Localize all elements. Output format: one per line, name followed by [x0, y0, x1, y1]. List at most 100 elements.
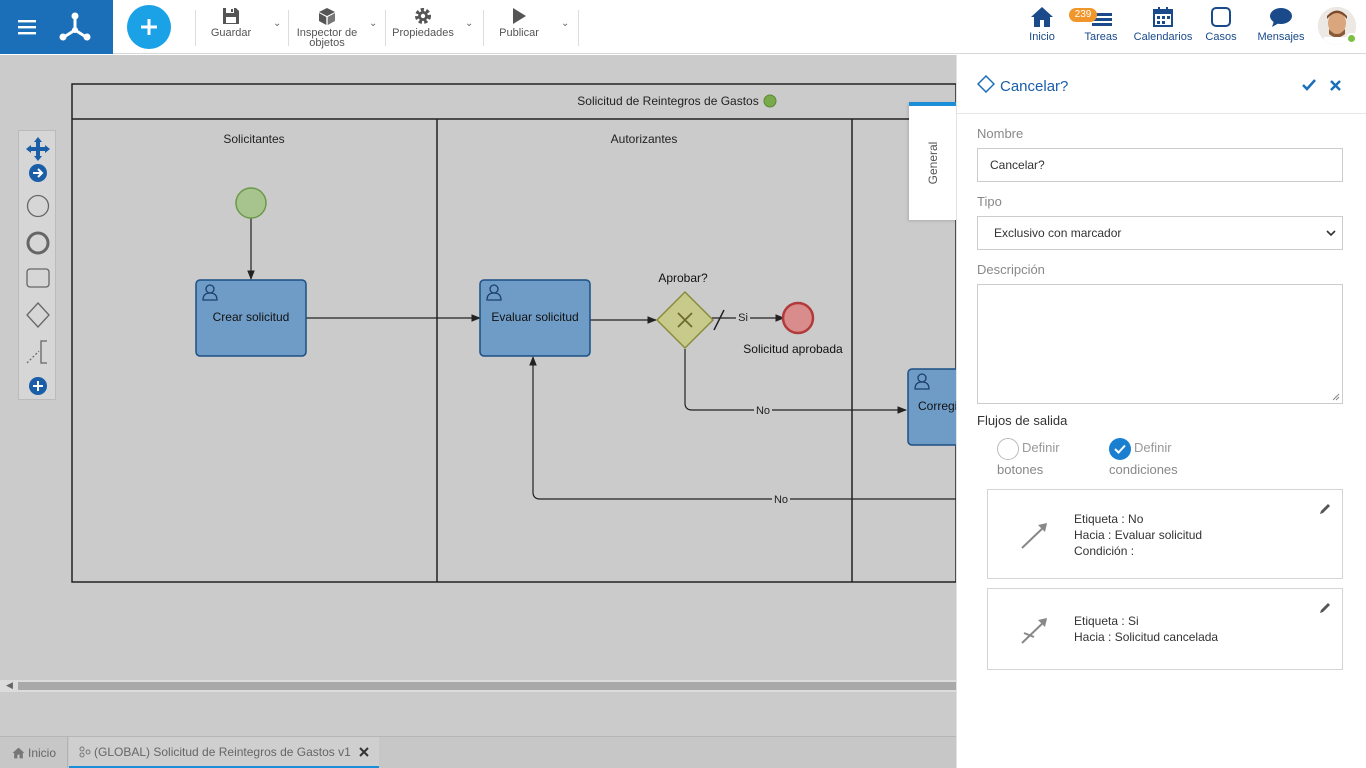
pool-status-dot: [763, 94, 777, 108]
tab-home[interactable]: Inicio: [0, 737, 68, 768]
end-event[interactable]: [781, 301, 815, 335]
lane-title-solicitantes: Solicitantes: [223, 132, 284, 146]
flow-condition-key: Condición :: [1074, 544, 1135, 558]
close-tab-icon[interactable]: [359, 746, 369, 757]
toolbar-separator: [195, 10, 196, 46]
app-window: Guardar ⌄ Inspector de objetos ⌄ Propied…: [0, 0, 1366, 768]
properties-panel: Cancelar? Nombre Cancelar? Tipo Exclusiv…: [956, 55, 1366, 768]
nav-cases[interactable]: Casos: [1204, 6, 1238, 50]
app-logo-icon[interactable]: [58, 10, 92, 44]
radio-define-buttons-label-1[interactable]: Definir: [1022, 440, 1060, 455]
nav-messages-label: Mensajes: [1257, 31, 1305, 43]
save-button[interactable]: Guardar: [207, 6, 255, 50]
bottom-tab-bar: Inicio (GLOBAL) Solicitud de Reintegros …: [0, 736, 956, 768]
chevron-down-icon: [1326, 230, 1336, 237]
outflows-label: Flujos de salida: [977, 413, 1068, 428]
save-dropdown-chevron-icon[interactable]: ⌄: [273, 18, 281, 29]
resize-grip-icon[interactable]: [1332, 393, 1340, 401]
nav-home[interactable]: Inicio: [1024, 6, 1060, 50]
pool-title: Solicitud de Reintegros de Gastos: [577, 94, 758, 108]
save-label: Guardar: [210, 27, 252, 39]
flow-label-value: Si: [1128, 614, 1139, 628]
home-icon: [12, 747, 25, 759]
tab-process[interactable]: (GLOBAL) Solicitud de Reintegros de Gast…: [69, 737, 379, 768]
inspector-dropdown-chevron-icon[interactable]: ⌄: [369, 18, 377, 29]
tab-process-label: (GLOBAL) Solicitud de Reintegros de Gast…: [94, 744, 351, 759]
toolbar-separator: [385, 10, 386, 46]
name-field-label: Nombre: [977, 126, 1024, 141]
gear-icon: [413, 6, 433, 26]
type-select-value: Exclusivo con marcador: [994, 226, 1122, 240]
flow-arrow-icon: [1021, 523, 1047, 549]
flow-target-value: Evaluar solicitud: [1114, 528, 1203, 542]
tab-home-label: Inicio: [28, 746, 57, 760]
hamburger-menu-icon[interactable]: [17, 17, 37, 37]
scrollbar-thumb[interactable]: [18, 682, 956, 690]
nav-calendars[interactable]: Calendarios: [1132, 6, 1194, 50]
radio-define-conditions-label-2[interactable]: condiciones: [1109, 462, 1178, 477]
close-icon[interactable]: [1330, 80, 1341, 91]
publish-button[interactable]: Publicar: [495, 6, 543, 50]
connect-arrow-icon[interactable]: [29, 164, 47, 182]
properties-button[interactable]: Propiedades: [390, 6, 456, 50]
edit-pencil-icon[interactable]: [1318, 502, 1332, 516]
tab-general[interactable]: General: [909, 102, 957, 220]
gateway-tool-icon[interactable]: [26, 302, 50, 328]
description-field-label: Descripción: [977, 262, 1045, 277]
object-inspector-button[interactable]: Inspector de objetos: [294, 6, 360, 50]
nav-messages[interactable]: Mensajes: [1256, 6, 1306, 50]
cases-square-icon: [1210, 6, 1232, 28]
gateway-diamond-icon: [977, 75, 995, 93]
outflow-card-si-text: Etiqueta : Si Hacia : Solicitud cancelad…: [1074, 613, 1218, 645]
move-tool-icon[interactable]: [26, 137, 50, 161]
toolbar-separator: [578, 10, 579, 46]
task-tool-icon[interactable]: [26, 268, 50, 288]
annotation-tool-icon[interactable]: [26, 340, 47, 364]
publish-dropdown-chevron-icon[interactable]: ⌄: [561, 18, 569, 29]
name-input-value: Cancelar?: [990, 158, 1045, 172]
start-event-tool-icon[interactable]: [26, 194, 50, 218]
more-tools-plus-icon[interactable]: [29, 377, 47, 395]
horizontal-scrollbar[interactable]: ◀: [0, 680, 956, 692]
type-select[interactable]: Exclusivo con marcador: [977, 216, 1343, 250]
brand-area: [0, 0, 113, 54]
cube-icon: [317, 6, 337, 26]
add-button[interactable]: [127, 5, 171, 49]
diagram-canvas[interactable]: Solicitud de Reintegros de Gastos Solici…: [0, 55, 956, 680]
flow-label-no: No: [756, 405, 770, 417]
name-input[interactable]: Cancelar?: [977, 148, 1343, 182]
bpmn-diagram: Solicitud de Reintegros de Gastos Solici…: [71, 83, 956, 583]
radio-define-buttons-label-2[interactable]: botones: [997, 462, 1043, 477]
task-evaluar-solicitud-label: Evaluar solicitud: [491, 310, 578, 324]
properties-dropdown-chevron-icon[interactable]: ⌄: [465, 18, 473, 29]
tasks-count-badge: 239: [1069, 8, 1097, 22]
toolbar-separator: [288, 10, 289, 46]
home-icon: [1030, 6, 1054, 28]
radio-define-conditions[interactable]: [1109, 438, 1131, 460]
flow-target-value: Solicitud cancelada: [1114, 630, 1219, 644]
nav-tasks-label: Tareas: [1084, 31, 1118, 43]
top-toolbar: Guardar ⌄ Inspector de objetos ⌄ Propied…: [0, 0, 1366, 54]
publish-label: Publicar: [499, 27, 539, 39]
scroll-left-arrow-icon[interactable]: ◀: [6, 680, 13, 691]
object-inspector-label: Inspector de objetos: [296, 27, 358, 49]
tab-general-label: General: [926, 141, 940, 185]
chat-bubble-icon: [1269, 6, 1293, 28]
task-corregir-label: Corregi: [918, 399, 956, 413]
outflow-card-si[interactable]: Etiqueta : Si Hacia : Solicitud cancelad…: [987, 588, 1343, 670]
flow-target-key: Hacia :: [1074, 528, 1112, 542]
radio-define-conditions-label-1[interactable]: Definir: [1134, 440, 1172, 455]
outflow-card-no-text: Etiqueta : No Hacia : Evaluar solicitud …: [1074, 511, 1202, 559]
nav-calendars-label: Calendarios: [1133, 31, 1193, 43]
end-event-tool-icon[interactable]: [26, 231, 50, 255]
flow-target-key: Hacia :: [1074, 630, 1112, 644]
description-textarea[interactable]: [977, 284, 1343, 404]
nav-cases-label: Casos: [1205, 31, 1237, 43]
start-event[interactable]: [235, 187, 267, 219]
panel-header: Cancelar?: [957, 55, 1366, 114]
outflow-card-no[interactable]: Etiqueta : No Hacia : Evaluar solicitud …: [987, 489, 1343, 579]
flow-label-value: No: [1128, 512, 1144, 526]
confirm-check-icon[interactable]: [1302, 79, 1316, 91]
radio-define-buttons[interactable]: [997, 438, 1019, 460]
edit-pencil-icon[interactable]: [1318, 601, 1332, 615]
